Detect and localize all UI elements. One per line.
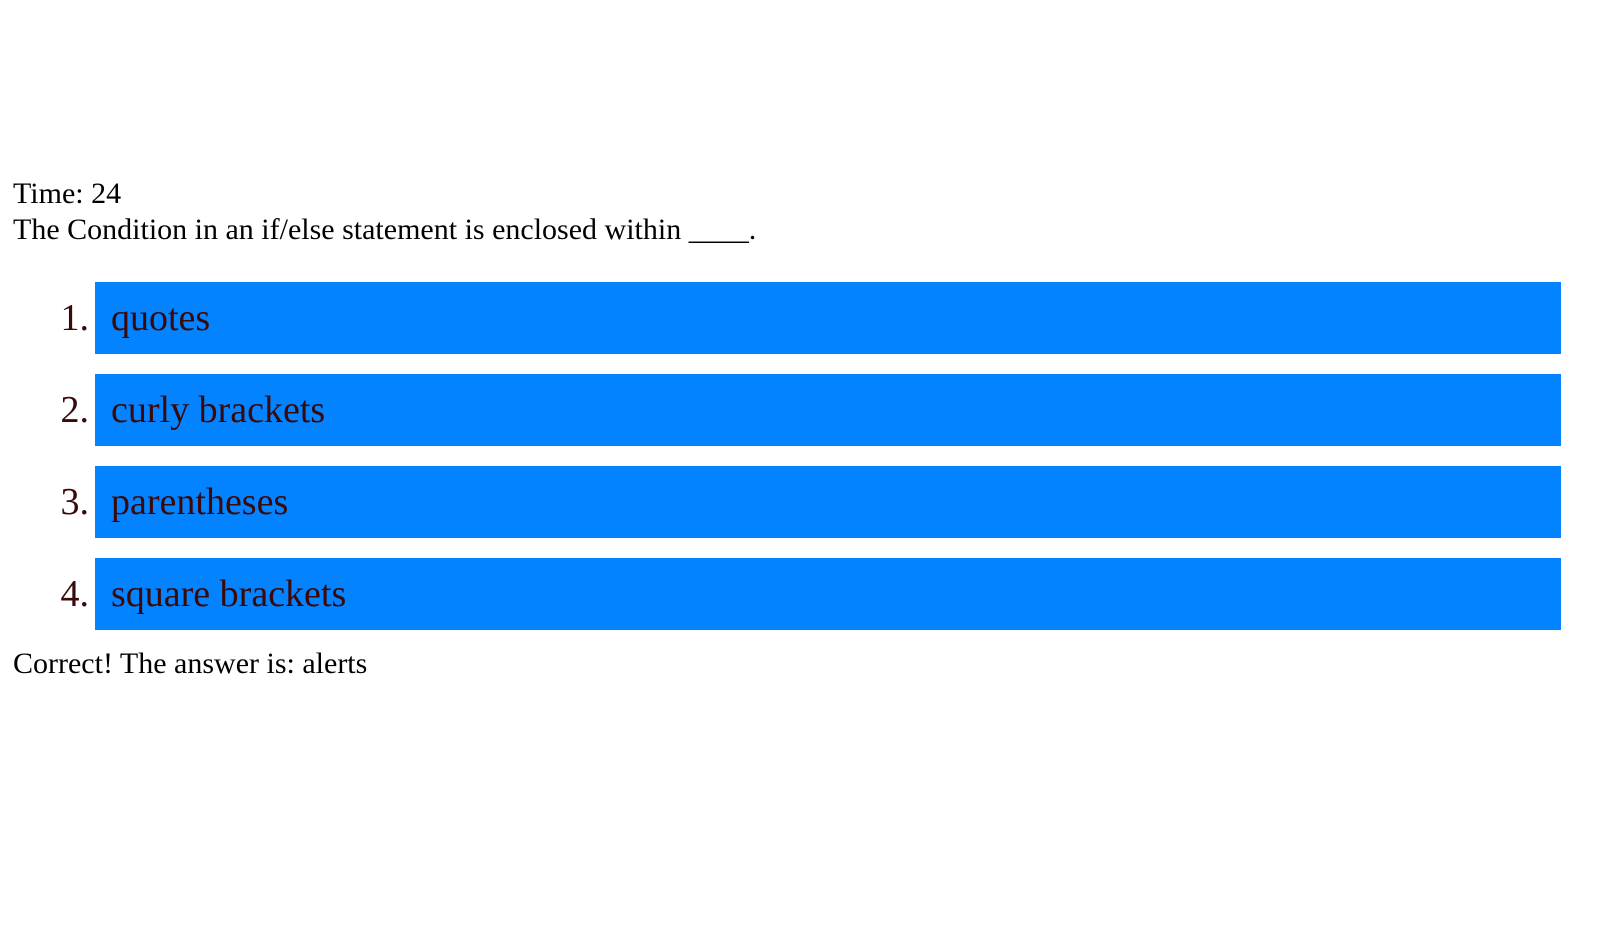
choice-number: 3.	[60, 481, 90, 523]
choice-item-4: 4. square brackets	[13, 558, 1600, 630]
answer-choices-list: 1. quotes 2. curly brackets 3. parenthes…	[13, 282, 1600, 630]
choice-item-3: 3. parentheses	[13, 466, 1600, 538]
choice-button-parentheses[interactable]: parentheses	[95, 466, 1561, 538]
choice-number: 2.	[60, 389, 90, 431]
quiz-container: Time: 24 The Condition in an if/else sta…	[13, 176, 1600, 686]
choice-number: 1.	[60, 297, 90, 339]
choice-item-1: 1. quotes	[13, 282, 1600, 354]
timer-display: Time: 24	[13, 177, 122, 210]
choice-button-square-brackets[interactable]: square brackets	[95, 558, 1561, 630]
choice-button-quotes[interactable]: quotes	[95, 282, 1561, 354]
choice-number: 4.	[60, 573, 90, 615]
choice-button-curly-brackets[interactable]: curly brackets	[95, 374, 1561, 446]
choice-item-2: 2. curly brackets	[13, 374, 1600, 446]
answer-feedback: Correct! The answer is: alerts	[13, 647, 368, 680]
question-text: The Condition in an if/else statement is…	[13, 213, 757, 246]
